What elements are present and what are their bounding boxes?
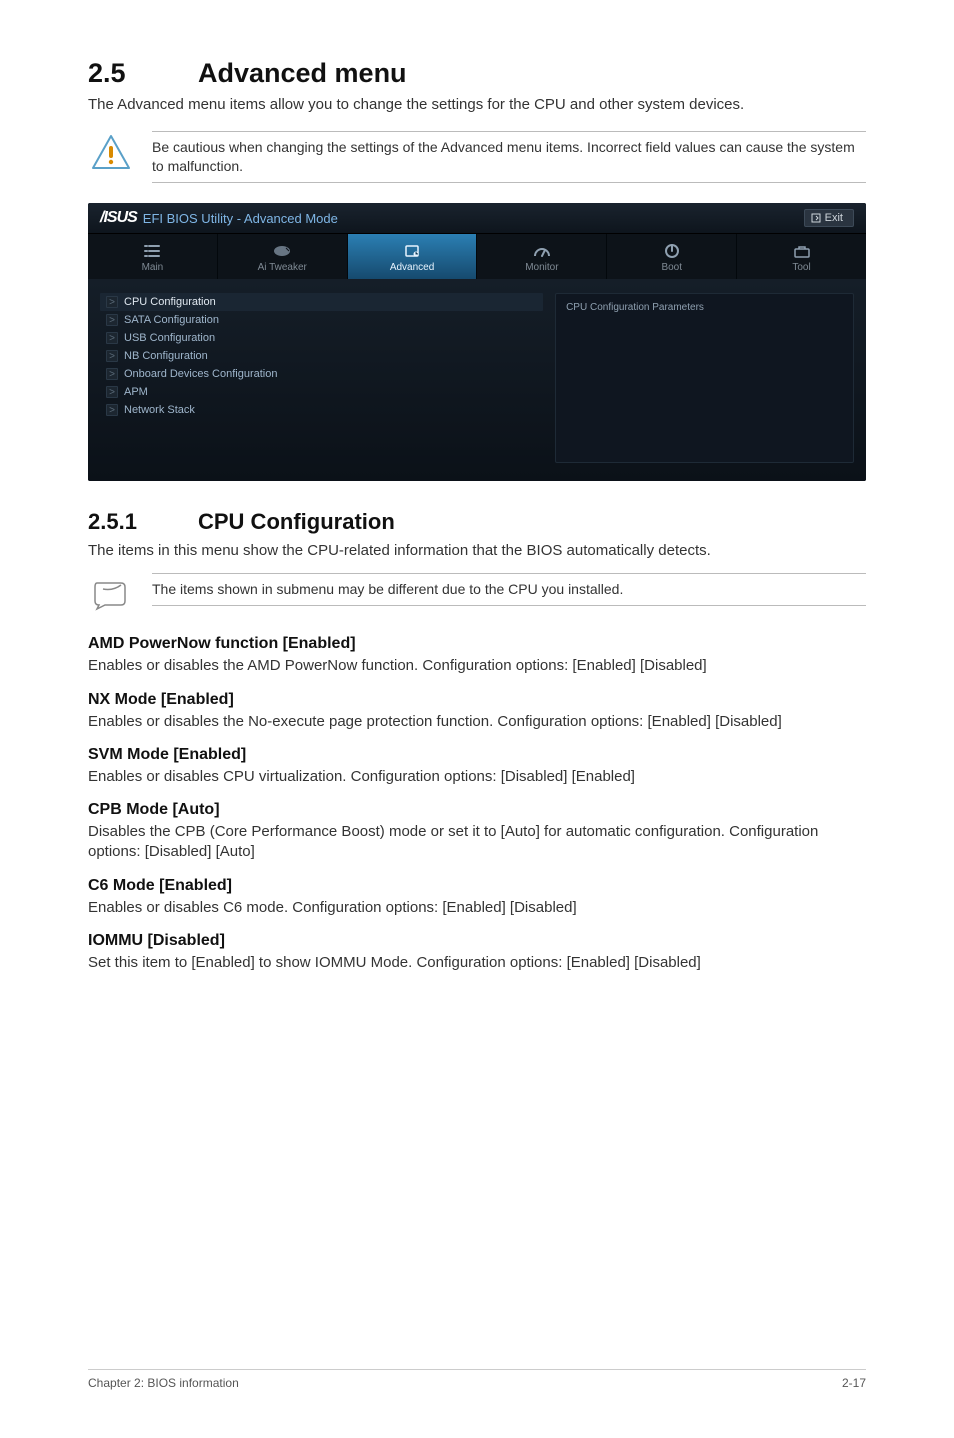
menu-item-apm[interactable]: > APM — [100, 383, 543, 401]
bios-menu-list: > CPU Configuration > SATA Configuration… — [100, 293, 543, 463]
caution-text: Be cautious when changing the settings o… — [152, 131, 866, 183]
section-heading: 2.5Advanced menu — [88, 58, 866, 89]
footer-right: 2-17 — [842, 1376, 866, 1390]
tab-main[interactable]: Main — [88, 234, 218, 279]
intro-text: The Advanced menu items allow you to cha… — [88, 95, 866, 115]
option-heading: SVM Mode [Enabled] — [88, 746, 866, 764]
menu-item-sata-configuration[interactable]: > SATA Configuration — [100, 311, 543, 329]
chevron-right-icon: > — [106, 296, 118, 308]
option-heading: CPB Mode [Auto] — [88, 801, 866, 819]
menu-item-label: Onboard Devices Configuration — [124, 368, 277, 380]
chevron-right-icon: > — [106, 386, 118, 398]
section-number: 2.5 — [88, 58, 198, 89]
page-footer: Chapter 2: BIOS information 2-17 — [88, 1369, 866, 1390]
exit-label: Exit — [825, 212, 843, 224]
help-panel-text: CPU Configuration Parameters — [566, 302, 704, 313]
note-callout: The items shown in submenu may be differ… — [88, 573, 866, 615]
tab-advanced[interactable]: Advanced — [348, 234, 478, 279]
sliders-icon — [218, 242, 347, 260]
menu-item-label: SATA Configuration — [124, 314, 219, 326]
menu-item-cpu-configuration[interactable]: > CPU Configuration — [100, 293, 543, 311]
caution-icon — [88, 131, 134, 173]
menu-item-network-stack[interactable]: > Network Stack — [100, 401, 543, 419]
exit-button[interactable]: Exit — [804, 209, 854, 227]
power-icon — [607, 242, 736, 260]
note-text: The items shown in submenu may be differ… — [152, 573, 866, 606]
bios-header: /ISUS EFI BIOS Utility - Advanced Mode E… — [88, 203, 866, 234]
tab-boot[interactable]: Boot — [607, 234, 737, 279]
menu-item-label: CPU Configuration — [124, 296, 216, 308]
menu-item-label: APM — [124, 386, 148, 398]
tab-tool-label: Tool — [737, 262, 866, 273]
chip-icon — [348, 242, 477, 260]
option-heading: IOMMU [Disabled] — [88, 932, 866, 950]
option-body: Enables or disables CPU virtualization. … — [88, 767, 866, 787]
chevron-right-icon: > — [106, 368, 118, 380]
bios-tabs: Main Ai Tweaker Advanced Monitor — [88, 234, 866, 279]
list-icon — [88, 242, 217, 260]
option-heading: NX Mode [Enabled] — [88, 691, 866, 709]
subsection-title-text: CPU Configuration — [198, 509, 395, 534]
chevron-right-icon: > — [106, 314, 118, 326]
subsection-intro: The items in this menu show the CPU-rela… — [88, 541, 866, 561]
bios-body: > CPU Configuration > SATA Configuration… — [88, 279, 866, 481]
menu-item-usb-configuration[interactable]: > USB Configuration — [100, 329, 543, 347]
menu-item-nb-configuration[interactable]: > NB Configuration — [100, 347, 543, 365]
menu-item-label: Network Stack — [124, 404, 195, 416]
option-body: Enables or disables C6 mode. Configurati… — [88, 898, 866, 918]
tab-ai-tweaker[interactable]: Ai Tweaker — [218, 234, 348, 279]
option-heading: C6 Mode [Enabled] — [88, 877, 866, 895]
section-title-text: Advanced menu — [198, 58, 407, 88]
tab-advanced-label: Advanced — [348, 262, 477, 273]
chevron-right-icon: > — [106, 404, 118, 416]
tab-main-label: Main — [88, 262, 217, 273]
menu-item-label: USB Configuration — [124, 332, 215, 344]
option-heading: AMD PowerNow function [Enabled] — [88, 635, 866, 653]
caution-callout: Be cautious when changing the settings o… — [88, 131, 866, 183]
tab-ai-tweaker-label: Ai Tweaker — [218, 262, 347, 273]
toolbox-icon — [737, 242, 866, 260]
bios-logo-text: EFI BIOS Utility - Advanced Mode — [143, 211, 338, 226]
option-body: Set this item to [Enabled] to show IOMMU… — [88, 953, 866, 973]
bios-screenshot: /ISUS EFI BIOS Utility - Advanced Mode E… — [88, 203, 866, 481]
option-body: Disables the CPB (Core Performance Boost… — [88, 822, 866, 863]
chevron-right-icon: > — [106, 350, 118, 362]
subsection-number: 2.5.1 — [88, 509, 198, 535]
option-body: Enables or disables the AMD PowerNow fun… — [88, 656, 866, 676]
menu-item-label: NB Configuration — [124, 350, 208, 362]
subsection-heading: 2.5.1CPU Configuration — [88, 509, 866, 535]
exit-icon — [811, 213, 821, 223]
tab-boot-label: Boot — [607, 262, 736, 273]
tab-monitor[interactable]: Monitor — [477, 234, 607, 279]
gauge-icon — [477, 242, 606, 260]
chevron-right-icon: > — [106, 332, 118, 344]
bios-help-panel: CPU Configuration Parameters — [555, 293, 854, 463]
menu-item-onboard-devices[interactable]: > Onboard Devices Configuration — [100, 365, 543, 383]
option-body: Enables or disables the No-execute page … — [88, 712, 866, 732]
footer-left: Chapter 2: BIOS information — [88, 1376, 239, 1390]
bios-logo-mark: /ISUS — [100, 209, 137, 227]
tab-monitor-label: Monitor — [477, 262, 606, 273]
bios-logo: /ISUS EFI BIOS Utility - Advanced Mode — [100, 209, 338, 227]
page: 2.5Advanced menu The Advanced menu items… — [0, 0, 954, 1438]
note-icon — [88, 573, 134, 615]
tab-tool[interactable]: Tool — [737, 234, 866, 279]
